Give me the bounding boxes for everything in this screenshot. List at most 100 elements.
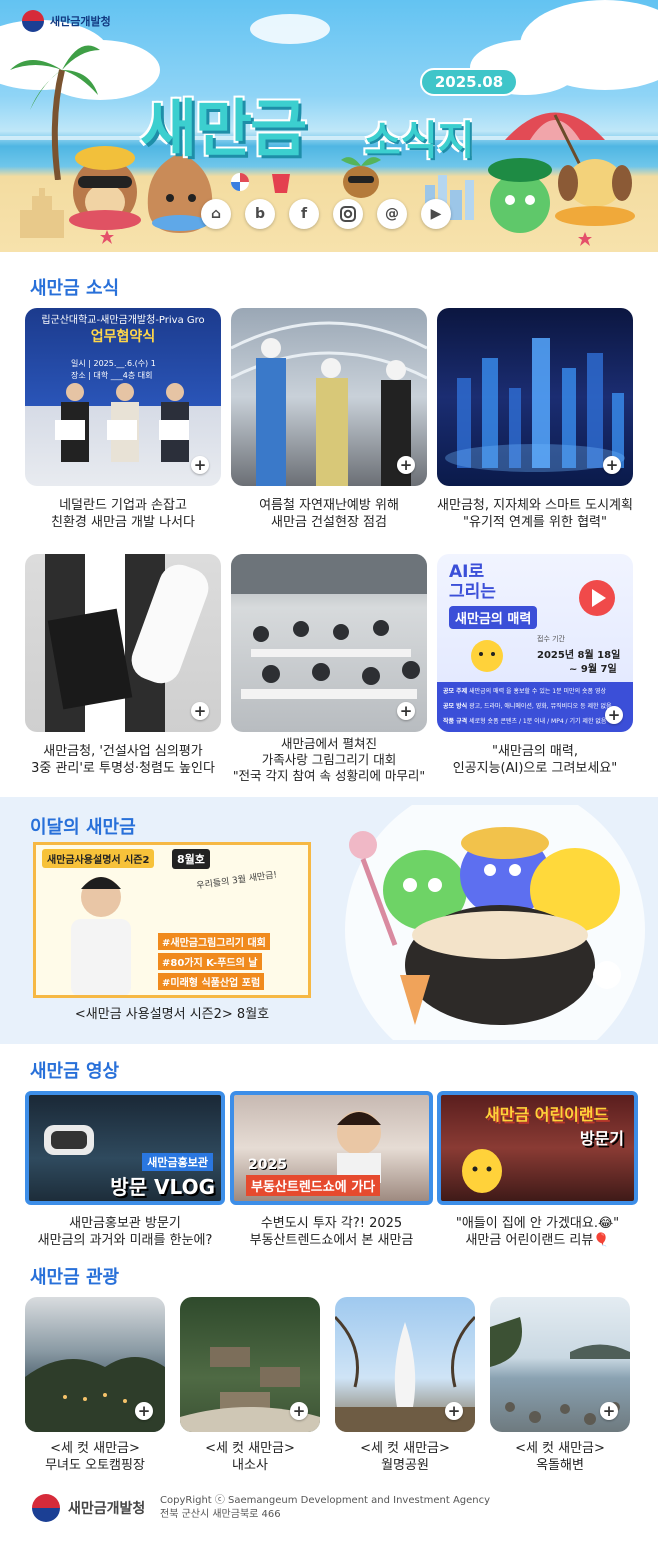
more-plus-icon[interactable]: + [397, 702, 415, 720]
section-title-news: 새만금 소식 [30, 278, 120, 299]
series-tag: 새만금사용설명서 시즌2 [42, 849, 155, 868]
social-links: ⌂ b f @ ▶ [201, 199, 451, 229]
youtube-icon[interactable]: ▶ [421, 199, 451, 229]
caption-line: 내소사 [232, 1458, 268, 1473]
poster-info-row: 공모 방식 광고, 드라마, 애니메이션, 영화, 뮤직비디오 등 제한 없음 [443, 701, 613, 710]
tour-caption[interactable]: <세 컷 새만금> 월명공원 [325, 1440, 485, 1474]
poster-info-text: 세로형 숏폼 콘텐츠 / 1분 이내 / MP4 / 기기 제한 없음 [469, 718, 607, 725]
mascot-otter-icon [69, 146, 141, 230]
people-photo-icon [55, 383, 189, 462]
video-thumbnail[interactable]: 새만금 어린이랜드 방문기 [437, 1091, 638, 1205]
tour-card-image[interactable]: + [180, 1297, 320, 1432]
poster-info-panel: 공모 주제 새만금의 매력 을 홍보할 수 있는 1분 미만의 숏폼 영상 공모… [437, 682, 633, 732]
news-card-image[interactable]: + [231, 554, 427, 732]
more-plus-icon[interactable]: + [290, 1402, 308, 1420]
news-card-image[interactable]: AI로 그리는 새만금의 매력 접수 기간 2025년 8월 18일 ~ 9월 … [437, 554, 633, 732]
threads-icon[interactable]: @ [377, 199, 407, 229]
header-org-logo[interactable]: 새만금개발청 [22, 10, 111, 32]
video-thumb-title: 방문 VLOG [110, 1175, 215, 1199]
footer-copyright: CopyRight ⓒ Saemangeum Development and I… [160, 1494, 490, 1522]
news-card-caption[interactable]: 새만금청, 지자체와 스마트 도시계획 "유기적 연계를 위한 협력" [427, 497, 643, 531]
hashtag: #새만금그림그리기 대회 [158, 933, 270, 950]
poster-info-row: 공모 주제 새만금의 매력 을 홍보할 수 있는 1분 미만의 숏폼 영상 [443, 686, 627, 695]
more-plus-icon[interactable]: + [445, 1402, 463, 1420]
monthly-caption[interactable]: <새만금 사용설명서 시즌2> 8월호 [33, 1006, 311, 1023]
news-card-caption[interactable]: 새만금에서 펼쳐진 가족사랑 그림그리기 대회 "전국 각지 참여 속 성황리에… [216, 736, 442, 784]
hashtag: #미래형 식품산업 포럼 [158, 973, 265, 990]
caption-line: "유기적 연계를 위한 협력" [463, 515, 607, 530]
copyright-text: CopyRight ⓒ Saemangeum Development and I… [160, 1495, 491, 1506]
news-card-image[interactable]: + [231, 308, 427, 486]
video-thumbnail[interactable]: 새만금홍보관 방문 VLOG [25, 1091, 225, 1205]
caption-line: <세 컷 새만금> [515, 1441, 605, 1456]
caption-line: "새만금의 매력, [491, 744, 578, 759]
news-card-caption[interactable]: "새만금의 매력, 인공지능(AI)으로 그려보세요" [427, 743, 643, 777]
video-thumb-title: 새만금 어린이랜드 [485, 1105, 609, 1124]
speech-bubble: 우리들의 3월 새만금! [195, 870, 278, 892]
caption-line: 부동산트렌드쇼에서 본 새만금 [249, 1233, 414, 1248]
tour-caption[interactable]: <세 컷 새만금> 무녀도 오토캠핑장 [15, 1440, 175, 1474]
tour-caption[interactable]: <세 컷 새만금> 옥돌해변 [480, 1440, 640, 1474]
video-thumbnail[interactable]: 2025 부동산트렌드쇼에 가다 [230, 1091, 433, 1205]
bucket-icon [272, 174, 290, 193]
video-caption[interactable]: 수변도시 투자 각?! 2025 부동산트렌드쇼에서 본 새만금 [225, 1215, 438, 1249]
footer-org-logo[interactable]: 새만금개발청 [32, 1494, 145, 1522]
news-card-image[interactable]: + [25, 554, 221, 732]
caption-line: <세 컷 새만금> [360, 1441, 450, 1456]
more-plus-icon[interactable]: + [135, 1402, 153, 1420]
news-card-caption[interactable]: 여름철 자연재난예방 위해 새만금 건설현장 점검 [226, 497, 432, 531]
caption-line: 수변도시 투자 각?! 2025 [260, 1216, 403, 1231]
banner-text: 업무협약식 [90, 329, 156, 345]
home-icon[interactable]: ⌂ [201, 199, 231, 229]
tour-card-image[interactable]: + [25, 1297, 165, 1432]
caption-line: 네덜란드 기업과 손잡고 [59, 498, 187, 513]
caption-line: 무녀도 오토캠핑장 [45, 1458, 145, 1473]
poster-info-tag: 공모 방식 [443, 703, 468, 710]
mascot-yellow-icon [471, 640, 503, 672]
starfish-icon [100, 230, 114, 244]
news-card-caption[interactable]: 새만금청, '건설사업 심의평가 3중 관리'로 투명성·청렴도 높인다 [15, 743, 231, 777]
tour-card-image[interactable]: + [490, 1297, 630, 1432]
facebook-icon[interactable]: f [289, 199, 319, 229]
blog-icon[interactable]: b [245, 199, 275, 229]
more-plus-icon[interactable]: + [603, 456, 621, 474]
month-tag: 8월호 [172, 849, 210, 869]
tour-caption[interactable]: <세 컷 새만금> 내소사 [170, 1440, 330, 1474]
more-plus-icon[interactable]: + [191, 456, 209, 474]
hashtag: #80가지 K-푸드의 날 [158, 953, 262, 970]
section-title-tour: 새만금 관광 [30, 1267, 120, 1288]
beach-ball-icon [231, 173, 249, 191]
poster-date: 2025년 8월 18일 [537, 650, 621, 661]
news-card-image[interactable]: + [437, 308, 633, 486]
presenter-photo-icon [337, 1111, 381, 1183]
caption-line: 옥돌해변 [536, 1458, 584, 1473]
poster-info-text: 광고, 드라마, 애니메이션, 영화, 뮤직비디오 등 제한 없음 [469, 703, 612, 710]
issue-date-badge: 2025.08 [420, 68, 518, 96]
taeguk-emblem-icon [22, 10, 44, 32]
caption-line: 여름철 자연재난예방 위해 [259, 498, 399, 513]
caption-line: 새만금홍보관 방문기 [69, 1216, 181, 1231]
video-caption[interactable]: 새만금홍보관 방문기 새만금의 과거와 미래를 한눈에? [20, 1215, 230, 1249]
address-text: 전북 군산시 새만금북로 466 [160, 1509, 281, 1520]
monthly-thumbnail[interactable]: 새만금사용설명서 시즌2 8월호 우리들의 3월 새만금! #새만금그림그리기 … [33, 842, 311, 998]
caption-line: <세 컷 새만금> [205, 1441, 295, 1456]
more-plus-icon[interactable]: + [191, 702, 209, 720]
video-caption[interactable]: "애들이 집에 안 가겠대요.😂" 새만금 어린이랜드 리뷰🎈 [432, 1215, 643, 1249]
instagram-icon[interactable] [333, 199, 363, 229]
poster-period-label: 접수 기간 [537, 635, 565, 643]
caption-line: 월명공원 [381, 1458, 429, 1473]
tour-card-image[interactable]: + [335, 1297, 475, 1432]
news-card-caption[interactable]: 네덜란드 기업과 손잡고 친환경 새만금 개발 나서다 [20, 497, 226, 531]
video-thumb-title: 방문기 [579, 1129, 624, 1148]
more-plus-icon[interactable]: + [600, 1402, 618, 1420]
caption-line: 새만금청, '건설사업 심의평가 [43, 744, 203, 759]
more-plus-icon[interactable]: + [397, 456, 415, 474]
video-thumb-title: 2025 [248, 1157, 287, 1173]
news-card-image[interactable]: 립군산대학교-새만금개발청-Priva Gro 업무협약식 일시 | 2025.… [25, 308, 221, 486]
more-plus-icon[interactable]: + [605, 706, 623, 724]
newsletter-page: 새만금개발청 2025.08 새만금 소식지 ⌂ b f @ ▶ 새만금 소식 … [0, 0, 658, 1551]
poster-title-line: AI로 [449, 562, 485, 582]
caption-line: 친환경 새만금 개발 나서다 [51, 515, 195, 530]
footer-org-name: 새만금개발청 [68, 1501, 146, 1517]
header-banner: 새만금개발청 2025.08 새만금 소식지 ⌂ b f @ ▶ [0, 0, 658, 252]
